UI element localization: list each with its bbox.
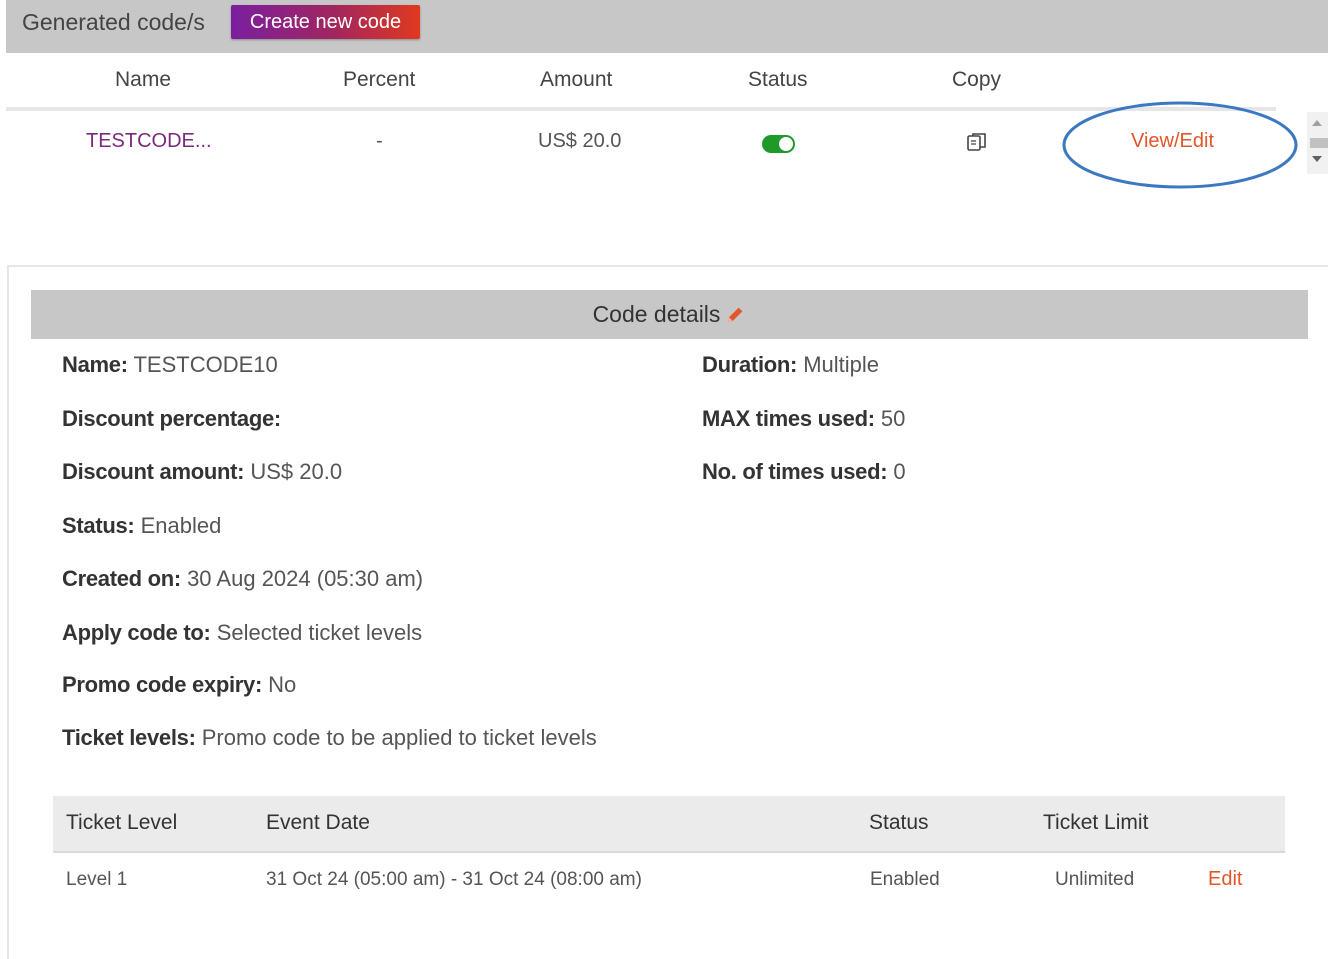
ticket-column-limit: Ticket Limit: [1043, 811, 1149, 834]
code-amount-cell: US$ 20.0: [538, 130, 622, 152]
column-header-name: Name: [115, 68, 172, 91]
ticket-edit-link[interactable]: Edit: [1208, 868, 1242, 891]
column-header-percent: Percent: [343, 68, 416, 91]
ticket-event-date-cell: 31 Oct 24 (05:00 am) - 31 Oct 24 (08:00 …: [266, 869, 642, 890]
ticket-level-cell: Level 1: [66, 869, 128, 890]
status-toggle[interactable]: [762, 135, 795, 153]
detail-discount-amount: Discount amount: US$ 20.0: [62, 459, 343, 484]
detail-ticket-levels: Ticket levels: Promo code to be applied …: [62, 725, 597, 750]
copy-icon[interactable]: [965, 131, 989, 155]
column-header-amount: Amount: [540, 68, 613, 91]
ticket-limit-cell: Unlimited: [1055, 869, 1135, 890]
ticket-column-status: Status: [869, 811, 929, 834]
code-name-cell[interactable]: TESTCODE...: [86, 130, 212, 153]
detail-name: Name: TESTCODE10: [62, 352, 278, 377]
toggle-knob: [779, 137, 793, 151]
highlight-ellipse: [1062, 101, 1298, 189]
ticket-column-level: Ticket Level: [66, 811, 178, 834]
detail-promo-code-expiry: Promo code expiry: No: [62, 672, 297, 697]
detail-duration: Duration: Multiple: [702, 352, 880, 377]
pencil-icon[interactable]: [724, 304, 746, 326]
table-scrollbar[interactable]: [1307, 112, 1328, 174]
scrollbar-thumb[interactable]: [1310, 138, 1328, 148]
code-details-title: Code details: [592, 301, 721, 327]
detail-status: Status: Enabled: [62, 513, 222, 538]
ticket-column-event-date: Event Date: [266, 811, 370, 834]
scroll-down-arrow-icon[interactable]: [1312, 156, 1322, 162]
detail-max-times-used: MAX times used: 50: [702, 406, 906, 431]
ticket-status-cell: Enabled: [870, 869, 940, 890]
create-new-code-button[interactable]: Create new code: [231, 5, 420, 39]
code-details-header: Code details: [31, 290, 1308, 339]
column-header-copy: Copy: [952, 68, 1002, 91]
column-header-status: Status: [748, 68, 808, 91]
ticket-table-divider: [53, 851, 1285, 853]
codes-header-bar: Generated code/s Create new code: [6, 0, 1328, 53]
detail-discount-percentage: Discount percentage:: [62, 406, 281, 431]
detail-times-used: No. of times used: 0: [702, 459, 906, 484]
page-title: Generated code/s: [22, 9, 205, 35]
detail-apply-code-to: Apply code to: Selected ticket levels: [62, 620, 423, 645]
scroll-up-arrow-icon[interactable]: [1312, 120, 1322, 126]
detail-created-on: Created on: 30 Aug 2024 (05:30 am): [62, 566, 424, 591]
code-percent-cell: -: [376, 130, 383, 152]
